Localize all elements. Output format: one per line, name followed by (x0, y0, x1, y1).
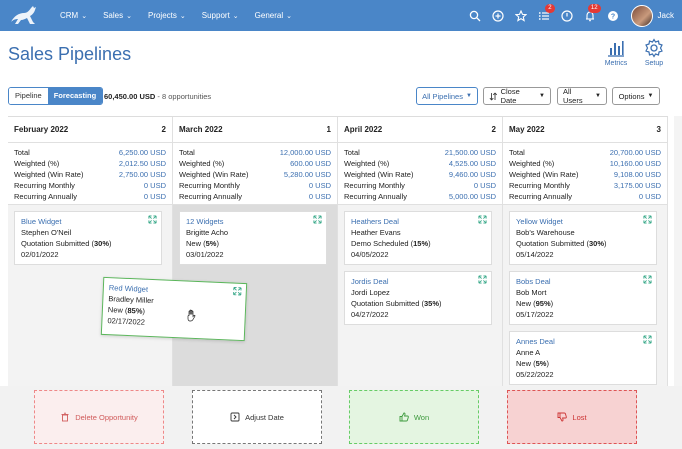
top-navbar: CRM ⌄ Sales ⌄ Projects ⌄ Support ⌄ General ⌄ … (0, 0, 682, 31)
help-icon[interactable]: ? (602, 0, 625, 31)
won-dropzone[interactable]: Won (349, 390, 479, 444)
menu-projects[interactable]: Projects ⌄ (148, 11, 186, 20)
tab-pipeline[interactable]: Pipeline (9, 88, 48, 104)
opportunity-card[interactable]: Heathers Deal Heather Evans Demo Schedul… (344, 211, 492, 265)
column-stats: Total 20,700.00 USD Weighted (%) 10,160.00… (503, 143, 667, 205)
sort-icon (489, 91, 498, 101)
chevron-down-icon: ⌄ (126, 12, 132, 20)
dragged-opportunity-card[interactable]: Red Widget Bradley Miller New (85%) 02/1… (100, 276, 248, 342)
expand-icon[interactable] (643, 215, 652, 224)
star-icon[interactable] (510, 0, 533, 31)
adjust-date-dropzone[interactable]: Adjust Date (192, 390, 322, 444)
notifications-badge: 12 (587, 4, 601, 13)
arrow-box-icon (230, 412, 240, 422)
bar-chart-icon (608, 41, 624, 57)
svg-text:?: ? (611, 13, 615, 20)
menu-sales[interactable]: Sales ⌄ (103, 11, 132, 20)
thumbs-up-icon (399, 412, 409, 422)
bell-icon[interactable]: 12 (579, 0, 602, 31)
all-pipelines-dropdown[interactable]: All Pipelines ▼ (416, 87, 478, 105)
opportunity-card[interactable]: Yellow Widget Bob's Warehouse Quotation … (509, 211, 657, 265)
card-list: Heathers Deal Heather Evans Demo Schedul… (338, 205, 502, 389)
view-toggle: Pipeline Forecasting (8, 87, 104, 105)
kangaroo-logo-icon[interactable] (8, 4, 42, 26)
avatar[interactable] (630, 4, 653, 27)
lost-dropzone[interactable]: Lost (507, 390, 637, 444)
search-icon[interactable] (464, 0, 487, 31)
opportunity-card[interactable]: Bobs Deal Bob Mort New (95%) 05/17/2022 (509, 271, 657, 325)
column-stats: Total 21,500.00 USD Weighted (%) 4,525.00 … (338, 143, 502, 205)
tasks-badge: 2 (545, 4, 555, 13)
top-icons: 2 12 ? Jack (464, 0, 682, 31)
gear-icon (645, 38, 663, 58)
pipeline-summary: 60,450.00 USD - 8 opportunities (104, 92, 212, 101)
expand-icon[interactable] (148, 215, 157, 224)
main-menu: CRM ⌄ Sales ⌄ Projects ⌄ Support ⌄ General ⌄ (60, 0, 308, 31)
column-header: March 2022 1 (173, 117, 337, 143)
close-date-sort-button[interactable]: Close Date ▼ (483, 87, 551, 105)
metrics-button[interactable]: Metrics (601, 38, 631, 67)
menu-general[interactable]: General ⌄ (255, 11, 292, 20)
chevron-down-icon: ⌄ (179, 12, 186, 20)
expand-icon[interactable] (478, 215, 487, 224)
thumbs-down-icon (557, 412, 568, 422)
setup-button[interactable]: Setup (639, 38, 669, 67)
expand-icon[interactable] (313, 215, 322, 224)
tab-forecasting[interactable]: Forecasting (47, 88, 103, 104)
options-dropdown[interactable]: Options ▼ (612, 87, 660, 105)
chevron-down-icon: ⌄ (232, 12, 239, 20)
caret-down-icon: ▼ (465, 93, 472, 99)
opportunity-card[interactable]: Annes Deal Anne A New (5%) 05/22/2022 (509, 331, 657, 385)
all-users-dropdown[interactable]: All Users ▼ (557, 87, 607, 105)
menu-support[interactable]: Support ⌄ (202, 11, 239, 20)
column-header: February 2022 2 (8, 117, 172, 143)
chevron-down-icon: ⌄ (81, 12, 88, 20)
expand-icon[interactable] (233, 287, 242, 296)
column-stats: Total 6,250.00 USD Weighted (%) 2,012.50 U… (8, 143, 172, 205)
tasks-icon[interactable]: 2 (533, 0, 556, 31)
column-stats: Total 12,000.00 USD Weighted (%) 600.00 US… (173, 143, 337, 205)
menu-crm[interactable]: CRM ⌄ (60, 11, 87, 20)
card-list: Yellow Widget Bob's Warehouse Quotation … (503, 205, 667, 389)
opportunity-card[interactable]: 12 Widgets Brigitte Acho New (5%) 03/01/… (179, 211, 327, 265)
page-title: Sales Pipelines (8, 44, 132, 64)
clock-icon[interactable] (556, 0, 579, 31)
caret-down-icon: ▼ (647, 93, 654, 99)
user-name[interactable]: Jack (658, 11, 674, 20)
expand-icon[interactable] (643, 275, 652, 284)
caret-down-icon: ▼ (539, 93, 545, 99)
opportunity-card[interactable]: Jordis Deal Jordi Lopez Quotation Submit… (344, 271, 492, 325)
delete-opportunity-dropzone[interactable]: Delete Opportunity (34, 390, 164, 444)
trash-icon (61, 412, 69, 422)
caret-down-icon: ▼ (595, 93, 601, 99)
expand-icon[interactable] (643, 335, 652, 344)
column-header: May 2022 3 (503, 117, 667, 143)
chevron-down-icon: ⌄ (286, 12, 293, 20)
opportunity-card[interactable]: Blue Widget Stephen O'Neil Quotation Sub… (14, 211, 162, 265)
column-header: April 2022 2 (338, 117, 502, 143)
expand-icon[interactable] (478, 275, 487, 284)
grab-cursor-icon (187, 309, 196, 322)
add-circle-icon[interactable] (487, 0, 510, 31)
